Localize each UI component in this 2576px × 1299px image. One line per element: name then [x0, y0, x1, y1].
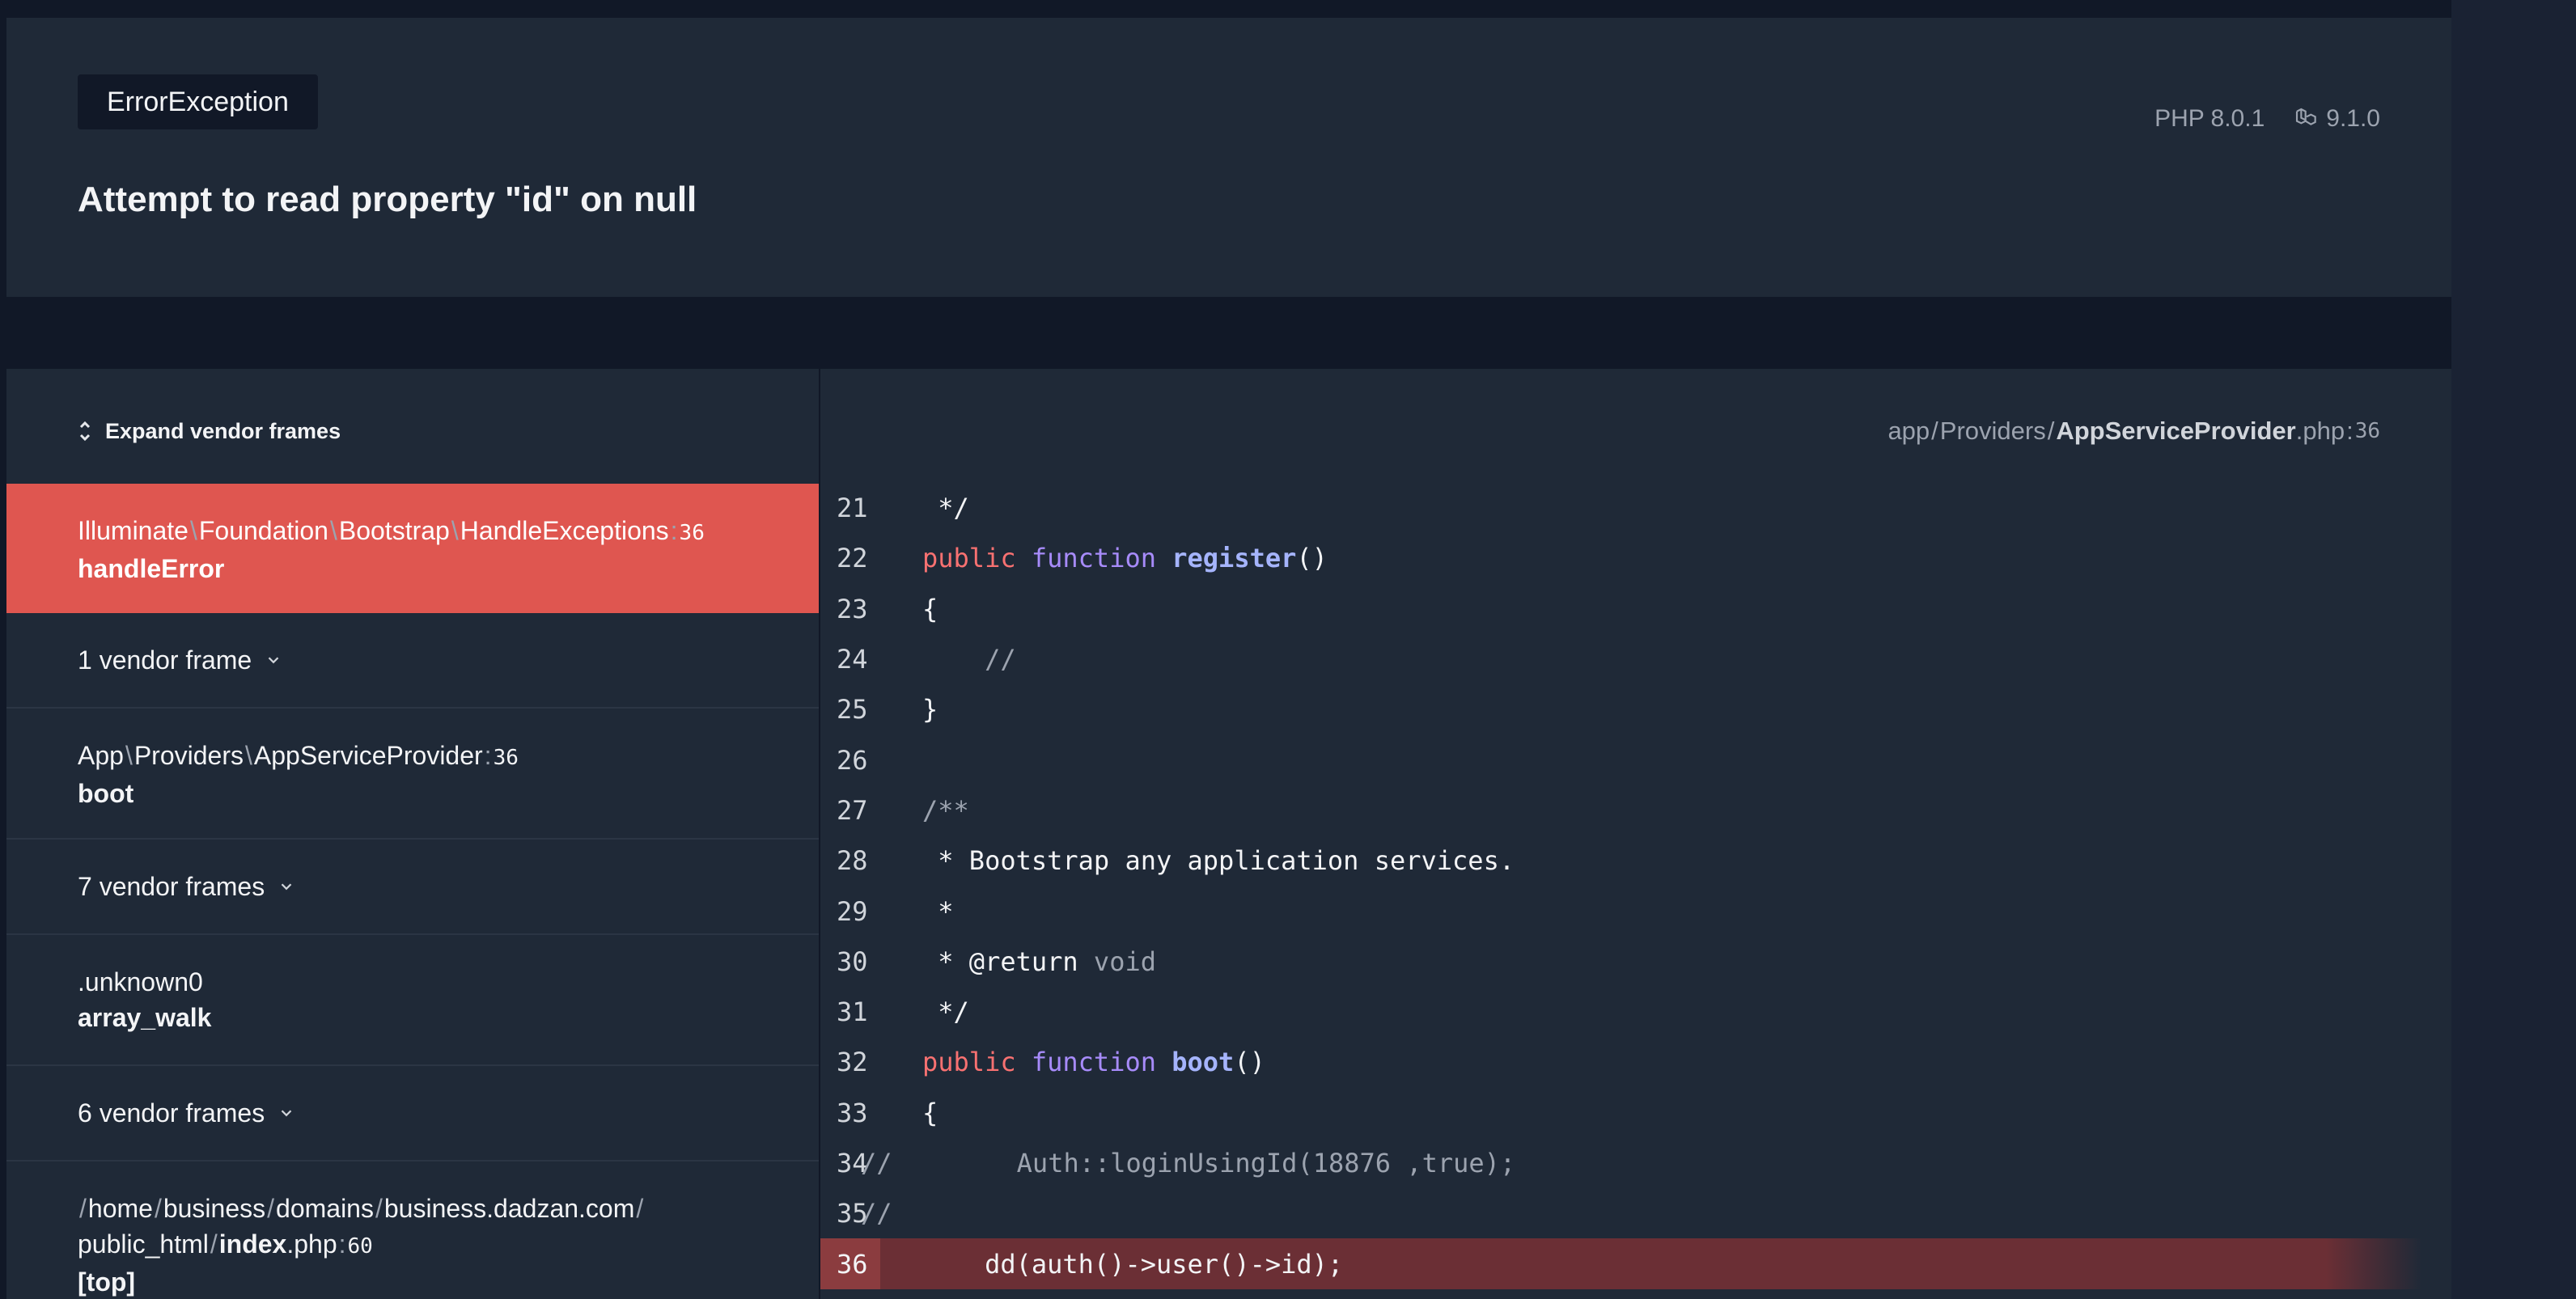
code-line: 34// Auth::loginUsingId(18876 ,true); [820, 1138, 2422, 1188]
line-number: 32 [837, 1047, 868, 1078]
expand-vendor-frames-label: Expand vendor frames [105, 418, 341, 443]
frame-active[interactable]: Illuminate\Foundation\Bootstrap\HandleEx… [6, 484, 819, 613]
line-number: 29 [837, 895, 868, 927]
line-source: { [922, 593, 938, 624]
line-source: public function boot() [922, 1047, 1265, 1078]
frame-method: handleError [78, 554, 225, 583]
laravel-icon [2296, 108, 2316, 125]
file-path[interactable]: app / Providers / AppServiceProvider .php:36 [1888, 409, 2380, 453]
line-number: 23 [837, 593, 868, 624]
chevron-down-icon [281, 1110, 292, 1117]
frame-method: boot [78, 779, 134, 808]
line-source: * [922, 895, 954, 927]
laravel-version: 9.1.0 [2294, 105, 2380, 133]
frame-class: App\Providers\AppServiceProvider:36 [78, 741, 519, 770]
vendor-frames-label: 7 vendor frames [78, 871, 265, 901]
line-number: 22 [837, 543, 868, 574]
exception-message: Attempt to read property "id" on null [78, 180, 697, 219]
line-number: 26 [837, 744, 868, 776]
vendor-frames-label: 1 vendor frame [78, 645, 252, 675]
code-line: 33 { [820, 1088, 2422, 1138]
code-line: 36 dd(auth()->user()->id); [820, 1238, 2422, 1289]
frame-index[interactable]: /home/business/domains/business.dadzan.c… [6, 1161, 819, 1299]
line-source: { [922, 1097, 938, 1128]
line-source: dd(auth()->user()->id); [922, 1248, 1344, 1280]
stack-trace-panel: Expand vendor frames Illuminate\Foundati… [6, 369, 2451, 1299]
frame-path: /home/business/domains/business.dadzan.c… [79, 1194, 644, 1223]
expand-icon [79, 421, 91, 442]
vendor-frames-toggle-2[interactable]: 7 vendor frames [6, 840, 819, 935]
code-snippet: 21 */ 22 public function register() 23 {24 /… [820, 483, 2422, 1289]
code-line: 31 */ [820, 987, 2422, 1037]
line-number: 21 [837, 493, 868, 524]
frame-class: .unknown0 [78, 967, 203, 996]
frame-method: [top] [78, 1267, 136, 1297]
line-number: 31 [837, 996, 868, 1028]
code-line: 23 { [820, 584, 2422, 634]
line-number: 33 [837, 1097, 868, 1128]
line-number: 28 [837, 845, 868, 877]
frame-path-file: public_html/index.php:60 [78, 1229, 373, 1259]
frame-unknown[interactable]: .unknown0 array_walk [6, 935, 819, 1066]
code-line: 35// [820, 1188, 2422, 1238]
right-gutter [2451, 0, 2576, 1299]
frames-sidebar: Expand vendor frames Illuminate\Foundati… [6, 369, 820, 1299]
line-source: * @return void [922, 946, 1156, 977]
exception-class-badge: ErrorException [78, 74, 318, 129]
code-line: 26 [820, 734, 2422, 785]
code-line: 32 public function boot() [820, 1037, 2422, 1087]
code-line: 24 // [820, 634, 2422, 684]
line-source: */ [922, 996, 969, 1028]
code-line: 30 * @return void [820, 937, 2422, 987]
code-panel: app / Providers / AppServiceProvider .php:36 … [820, 369, 2451, 1299]
line-number: 30 [837, 946, 868, 977]
code-line: 21 */ [820, 483, 2422, 533]
line-source: } [922, 694, 938, 726]
line-number: 24 [837, 644, 868, 675]
code-line: 27 /** [820, 785, 2422, 836]
code-line: 28 * Bootstrap any application services. [820, 836, 2422, 886]
error-header: ErrorException Attempt to read property … [6, 18, 2451, 297]
frame-app-service-provider[interactable]: App\Providers\AppServiceProvider:36 boot [6, 709, 819, 840]
frame-class: Illuminate\Foundation\Bootstrap\HandleEx… [78, 516, 705, 545]
line-source: public function register() [922, 543, 1328, 574]
expand-vendor-frames-button[interactable]: Expand vendor frames [78, 409, 341, 453]
code-line: 22 public function register() [820, 533, 2422, 583]
line-number: 25 [837, 694, 868, 726]
laravel-version-text: 9.1.0 [2326, 105, 2380, 132]
line-source: // Auth::loginUsingId(18876 ,true); [861, 1148, 1516, 1178]
vendor-frames-toggle-1[interactable]: 1 vendor frame [6, 613, 819, 709]
line-number: 27 [837, 794, 868, 826]
vendor-frames-label: 6 vendor frames [78, 1098, 265, 1128]
line-source: /** [922, 794, 969, 826]
frame-method: array_walk [78, 1003, 212, 1032]
chevron-down-icon [281, 883, 292, 891]
php-version: PHP 8.0.1 [2154, 105, 2265, 132]
line-source: * Bootstrap any application services. [922, 845, 1515, 877]
code-line: 25} [820, 684, 2422, 734]
line-source: */ [922, 493, 969, 524]
code-line: 29 * [820, 886, 2422, 936]
line-number: 36 [820, 1238, 880, 1289]
version-info: PHP 8.0.1 9.1.0 [2154, 105, 2380, 133]
line-source: // [861, 1198, 892, 1229]
line-source: // [922, 644, 1016, 675]
vendor-frames-toggle-3[interactable]: 6 vendor frames [6, 1066, 819, 1161]
chevron-down-icon [268, 657, 279, 664]
